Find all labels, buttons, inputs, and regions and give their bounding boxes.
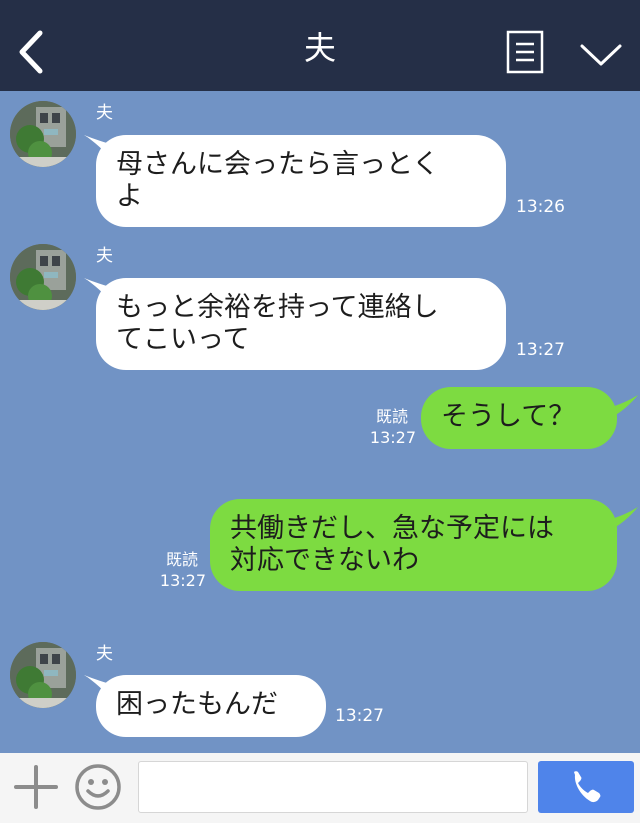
incoming-message[interactable]: 困ったもんだ xyxy=(96,675,326,737)
incoming-message[interactable]: もっと余裕を持って連絡し てこいって xyxy=(96,278,506,370)
message-time: 13:27 xyxy=(335,706,384,726)
message-text-line: てこいって xyxy=(116,324,250,355)
sender-name: 夫 xyxy=(96,644,113,664)
plus-icon[interactable] xyxy=(14,765,58,809)
chat-title: 夫 xyxy=(303,29,336,67)
message-time: 13:27 xyxy=(159,571,206,590)
avatar[interactable] xyxy=(10,642,76,708)
avatar[interactable] xyxy=(10,244,76,310)
phone-icon xyxy=(574,771,601,803)
sender-name: 夫 xyxy=(96,103,113,123)
outgoing-message[interactable]: 共働きだし、急な予定には 対応できないわ xyxy=(210,499,617,591)
message-time: 13:27 xyxy=(516,340,565,360)
message-text-line: 対応できないわ xyxy=(230,545,419,576)
sender-name: 夫 xyxy=(96,246,113,266)
call-button[interactable] xyxy=(538,761,634,813)
message-text-line: 困ったもんだ xyxy=(116,689,278,720)
read-receipt: 既読 xyxy=(165,550,198,569)
incoming-message[interactable]: 母さんに会ったら言っとく よ xyxy=(96,135,506,227)
message-text-line: もっと余裕を持って連絡し xyxy=(116,292,439,323)
menu-icon[interactable] xyxy=(506,30,544,74)
chevron-down-icon[interactable] xyxy=(578,40,624,70)
message-text-line: 共働きだし、急な予定には xyxy=(230,513,554,544)
chat-area[interactable]: 夫 母さんに会ったら言っとく よ 13:26 夫 もっと余裕を持って連絡し てこ… xyxy=(0,91,640,753)
outgoing-message[interactable]: そうして？ xyxy=(421,387,617,449)
emoji-icon[interactable] xyxy=(74,763,122,811)
message-text-line: 母さんに会ったら言っとく xyxy=(116,149,440,180)
message-input[interactable] xyxy=(138,761,528,813)
message-time: 13:26 xyxy=(516,197,565,217)
message-text-line: よ xyxy=(116,181,143,212)
read-receipt: 既読 xyxy=(375,407,408,426)
message-text-line: そうして？ xyxy=(441,401,576,432)
chat-header: 夫 xyxy=(0,0,640,91)
message-time: 13:27 xyxy=(369,428,416,447)
avatar[interactable] xyxy=(10,101,76,167)
